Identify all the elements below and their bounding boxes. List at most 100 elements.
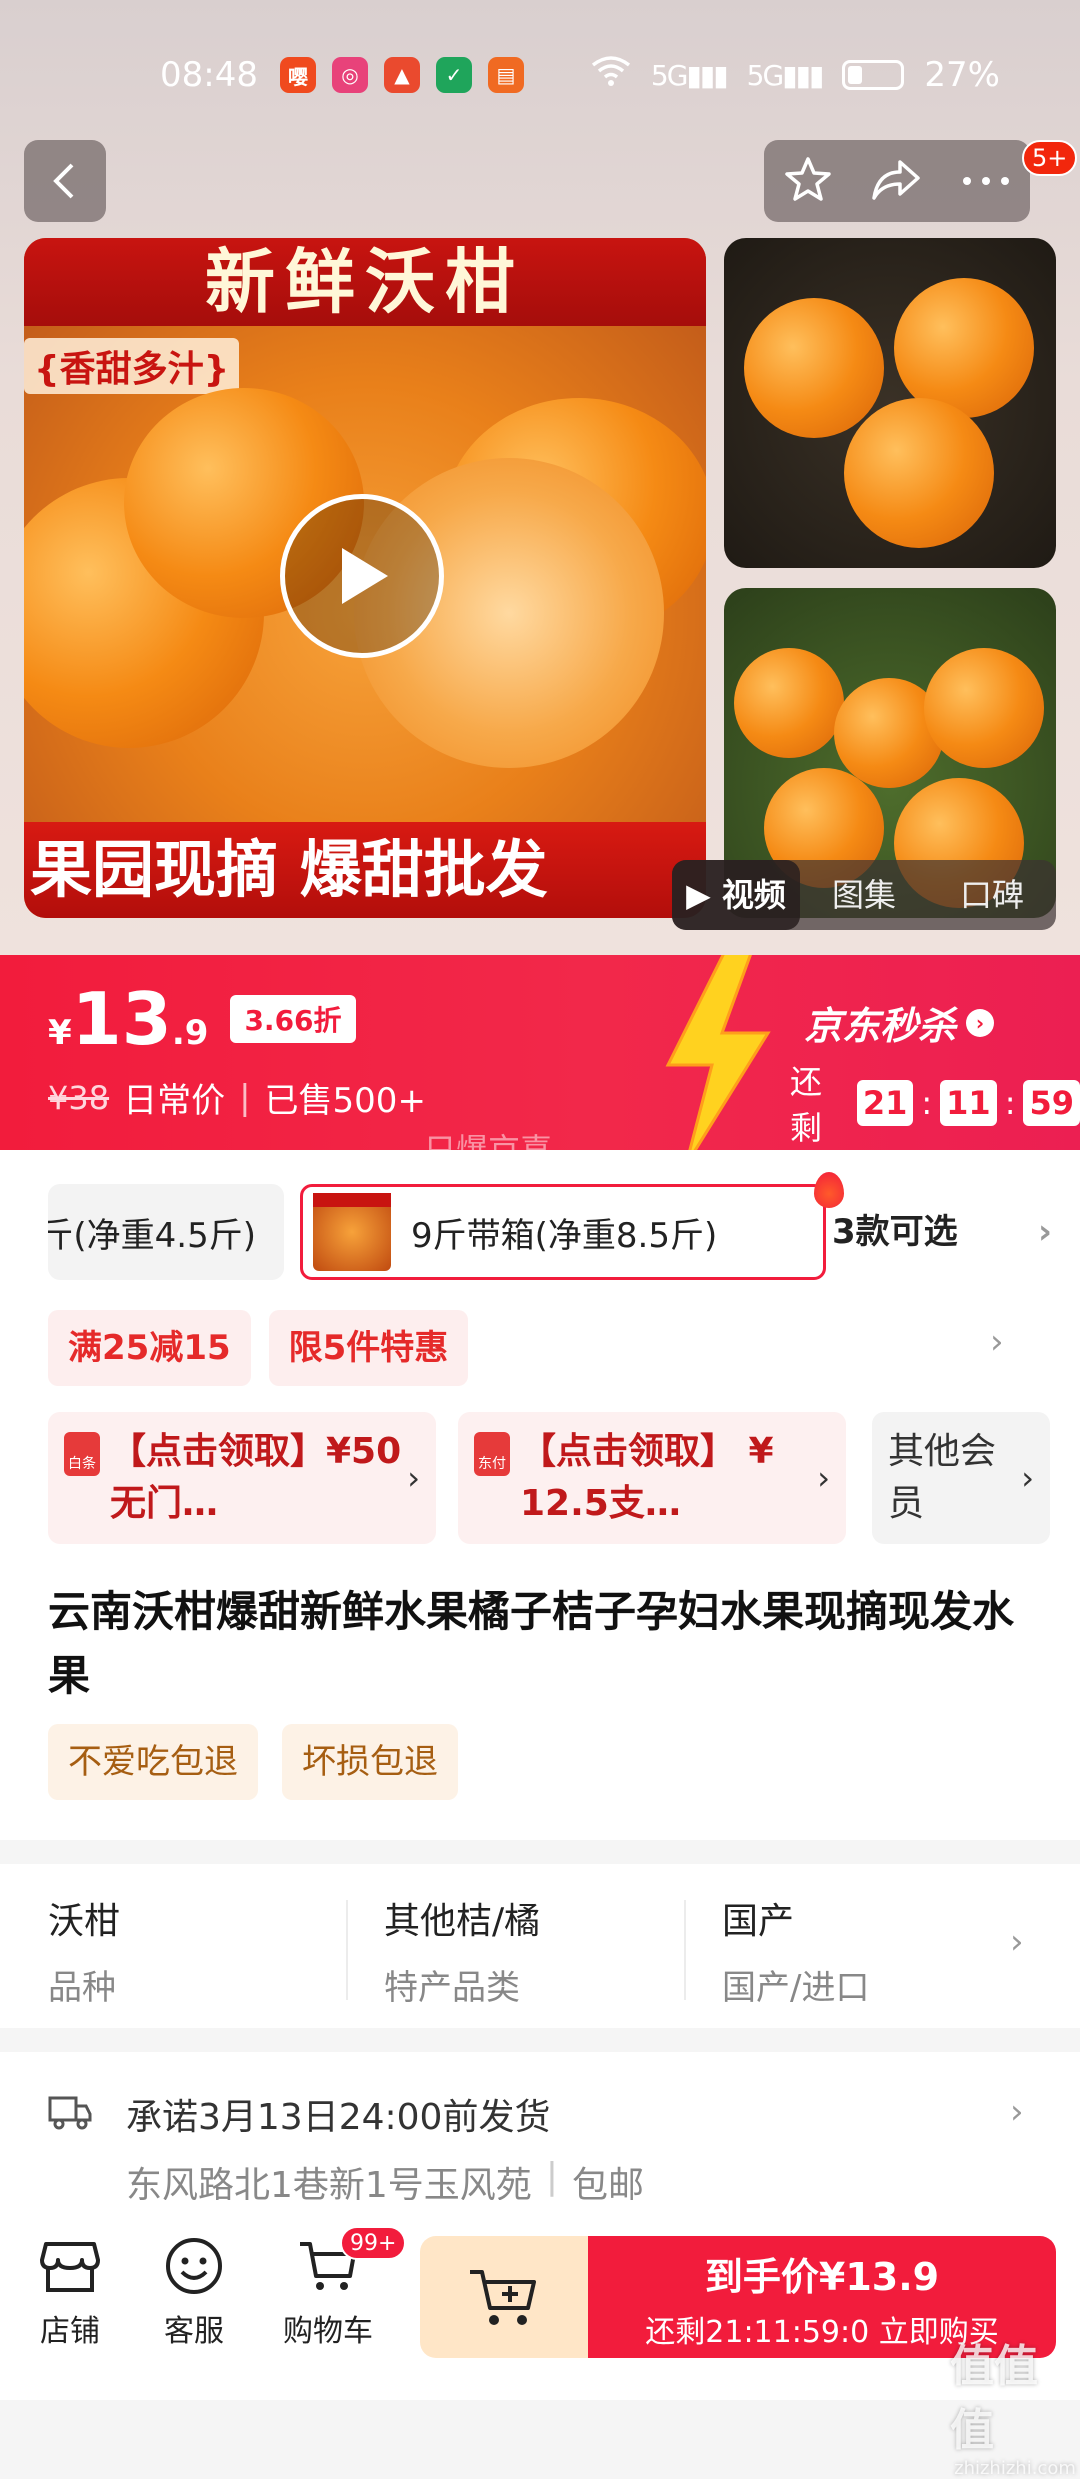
countdown-hours: 21 <box>856 1080 914 1126</box>
orange-image <box>744 298 884 438</box>
seckill-countdown: 还剩 21: 11: 59 <box>790 1057 1080 1149</box>
cart-count-badge: 99+ <box>340 2226 407 2260</box>
chevron-right-icon: › <box>1010 2092 1024 2132</box>
tab-gallery[interactable]: 图集 <box>800 860 928 930</box>
star-icon <box>784 157 831 201</box>
discount-tag: 3.66折 <box>230 995 356 1043</box>
app-icon-4: ✓ <box>435 57 472 93</box>
other-member-coupons[interactable]: 其他会员 › <box>872 1412 1050 1544</box>
lightning-icon <box>665 955 771 1150</box>
signal-icon-2: 5G▮▮▮ <box>746 58 825 92</box>
chevron-right-icon: › <box>1037 1212 1052 1252</box>
promotion-tags: 满25减15 限5件特惠 <box>48 1310 469 1386</box>
ghost-text: 只爆京喜 <box>424 1131 553 1150</box>
orange-image <box>924 648 1044 768</box>
shipping-promise: 承诺3月13日24:00前发货 <box>126 2097 551 2138</box>
image-banner-top: 新鲜沃柑 <box>24 238 706 326</box>
divider <box>346 1900 348 2000</box>
attribute-category: 其他桔/橘 特产品类 <box>384 1901 541 2008</box>
product-attributes[interactable]: 沃柑 品种 其他桔/橘 特产品类 国产 国产/进口 › <box>0 1864 1080 2028</box>
smile-icon <box>162 2234 226 2298</box>
baitiao-icon: 白条 <box>64 1432 100 1476</box>
price-subline: ¥38 日常价 | 已售500+ <box>48 1073 426 1122</box>
customer-service-button[interactable]: 客服 <box>134 2234 254 2350</box>
wifi-icon <box>591 55 631 96</box>
store-icon <box>38 2234 102 2298</box>
jd-pay-icon: 东付 <box>474 1432 510 1476</box>
share-button[interactable] <box>870 156 924 206</box>
add-cart-icon <box>470 2270 536 2325</box>
variant-selector: 斤(净重4.5斤) 9斤带箱(净重8.5斤) 3款可选 › <box>48 1172 1058 1280</box>
countdown-seconds: 59 <box>1023 1080 1080 1126</box>
original-price-label: 日常价 <box>123 1081 226 1121</box>
tab-reviews[interactable]: 口碑 <box>928 860 1056 930</box>
top-action-group <box>764 140 1030 222</box>
play-video-button[interactable] <box>280 494 444 658</box>
battery-level: 27% <box>924 55 1000 95</box>
final-price-label: 到手价¥13.9 <box>704 2255 940 2299</box>
product-gallery: 08:48 嘤 ◎ ▲ ✓ ▤ 5G▮▮▮ 5G▮▮▮ 27% 5+ 新鲜沃柑 <box>0 0 1080 955</box>
main-product-image[interactable]: 新鲜沃柑 {香甜多汁} 果园现摘 爆甜批发 <box>24 238 706 918</box>
original-price: ¥38 <box>48 1078 110 1117</box>
battery-icon <box>842 60 905 90</box>
current-price: ¥ 13 .9 3.66折 <box>48 977 356 1061</box>
chevron-left-icon <box>53 163 74 199</box>
variant-option-selected[interactable]: 9斤带箱(净重8.5斤) <box>300 1184 826 1280</box>
media-tabs: ▶ 视频 图集 口碑 <box>672 860 1056 930</box>
variant-thumbnail <box>313 1193 391 1271</box>
guarantee-tag[interactable]: 不爱吃包退 <box>48 1724 258 1800</box>
promo-tag[interactable]: 限5件特惠 <box>268 1310 469 1386</box>
truck-icon <box>48 2096 92 2130</box>
app-icon-5: ▤ <box>487 57 524 93</box>
more-dots-icon <box>963 176 1010 185</box>
image-tagline: {香甜多汁} <box>24 338 240 394</box>
cart-button[interactable]: 99+ 购物车 <box>268 2226 407 2350</box>
add-to-cart-button[interactable] <box>420 2236 588 2358</box>
promo-tag[interactable]: 满25减15 <box>48 1310 251 1386</box>
chevron-right-icon: › <box>966 1008 995 1037</box>
play-icon <box>342 548 388 604</box>
chevron-right-icon[interactable]: › <box>990 1322 1004 1362</box>
more-button[interactable] <box>961 172 1011 191</box>
chevron-right-icon: › <box>1021 1459 1034 1497</box>
tab-video[interactable]: ▶ 视频 <box>672 860 800 930</box>
signal-icon: 5G▮▮▮ <box>650 58 729 92</box>
thumbnail-image-1[interactable] <box>724 238 1056 568</box>
divider <box>684 1900 686 2000</box>
store-button[interactable]: 店铺 <box>10 2234 130 2350</box>
countdown-minutes: 11 <box>940 1080 997 1126</box>
attribute-variety: 沃柑 品种 <box>48 1901 121 2008</box>
coupon-row: 白条 【点击领取】¥50无门… › 东付 【点击领取】 ¥ 12.5支… › 其… <box>48 1412 1058 1544</box>
chevron-right-icon: › <box>407 1459 420 1497</box>
coupon-card[interactable]: 白条 【点击领取】¥50无门… › <box>48 1412 436 1544</box>
site-watermark: 值值值 zhizhizhi.com <box>950 2341 1076 2479</box>
variant-option[interactable]: 斤(净重4.5斤) <box>48 1184 284 1280</box>
attribute-origin: 国产 国产/进口 <box>722 1901 870 2008</box>
sold-count: 已售500+ <box>264 1081 426 1121</box>
coupon-card[interactable]: 东付 【点击领取】 ¥ 12.5支… › <box>458 1412 846 1544</box>
back-button[interactable] <box>24 140 106 222</box>
status-time: 08:48 <box>160 55 258 95</box>
orange-image <box>734 648 844 758</box>
countdown-label: 还剩 <box>790 1063 823 1147</box>
product-title: 云南沃柑爆甜新鲜水果橘子桔子孕妇水果现摘现发水果 <box>48 1587 1015 1700</box>
seckill-title[interactable]: 京东秒杀 › <box>804 995 995 1050</box>
more-variants-button[interactable]: 3款可选 › <box>822 1184 1052 1280</box>
image-banner-bottom: 果园现摘 爆甜批发 <box>24 822 706 918</box>
app-icon-1: 嘤 <box>279 57 316 93</box>
status-bar: 08:48 嘤 ◎ ▲ ✓ ▤ 5G▮▮▮ 5G▮▮▮ 27% <box>0 40 1080 110</box>
bottom-action-bar: 店铺 客服 99+ 购物车 到手价¥13.9 还剩21:11:59:0 立即购买 <box>0 2200 1080 2400</box>
chevron-right-icon: › <box>817 1459 830 1497</box>
message-badge: 5+ <box>1022 140 1078 176</box>
app-icon-2: ◎ <box>331 57 368 93</box>
favorite-button[interactable] <box>783 154 833 208</box>
product-info-card: 斤(净重4.5斤) 9斤带箱(净重8.5斤) 3款可选 › 满25减15 限5件… <box>0 1150 1080 1840</box>
cart-icon: 99+ <box>296 2226 407 2298</box>
guarantee-tags: 不爱吃包退 坏损包退 <box>48 1724 458 1800</box>
orange-image <box>894 278 1034 418</box>
share-icon <box>872 160 920 200</box>
orange-image <box>844 398 994 548</box>
app-icon-3: ▲ <box>383 57 420 93</box>
guarantee-tag[interactable]: 坏损包退 <box>282 1724 458 1800</box>
chevron-right-icon: › <box>1010 1922 1024 1962</box>
